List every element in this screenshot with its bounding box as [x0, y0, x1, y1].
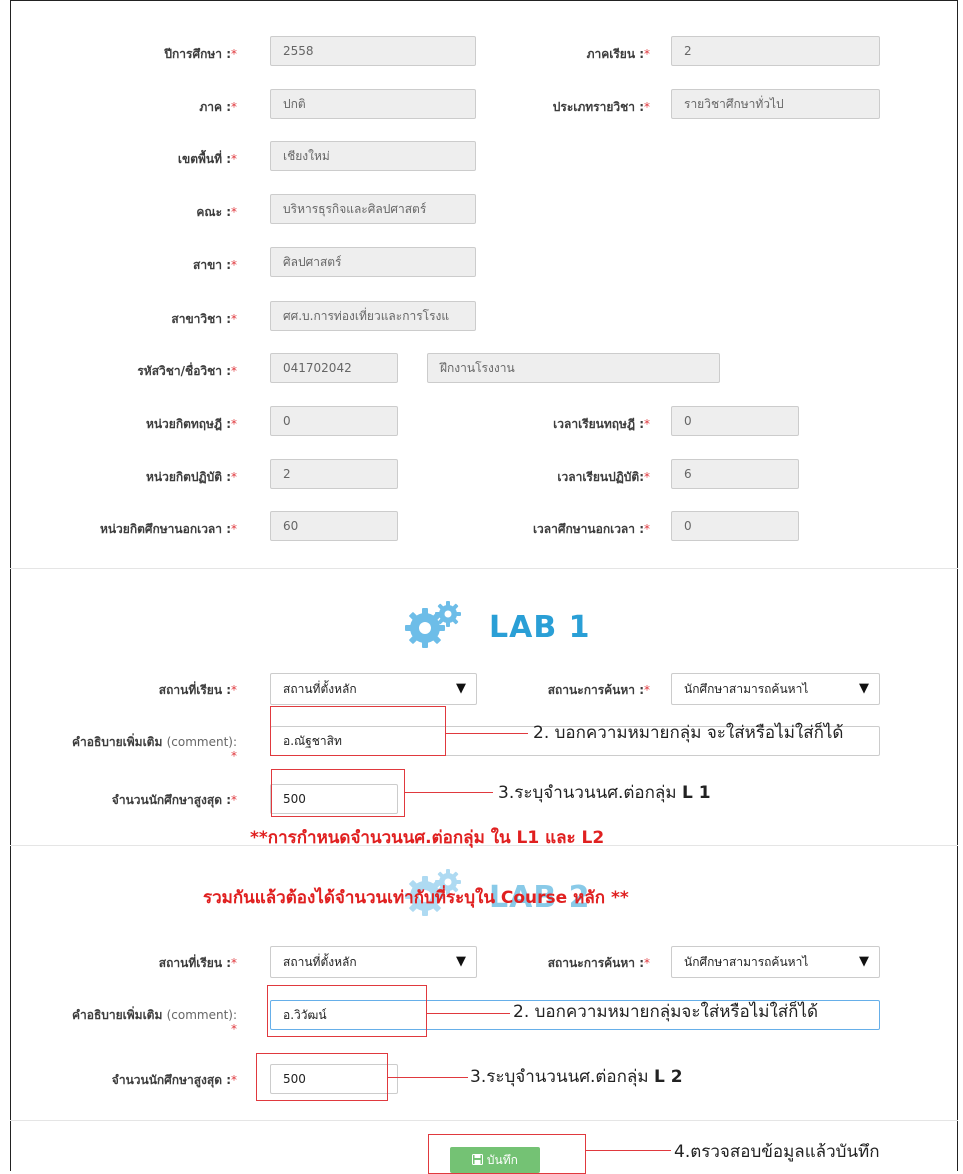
department-field[interactable]: ศิลปศาสตร์ — [270, 247, 476, 277]
annotation-total-note-line2: รวมกันแล้วต้องได้จำนวนเท่ากับที่ระบุใน C… — [203, 888, 629, 908]
course-code-field[interactable]: 041702042 — [270, 353, 398, 383]
annotation-line — [405, 792, 493, 793]
practice-hours-field[interactable]: 6 — [671, 459, 799, 489]
divider — [10, 568, 958, 569]
semester-field[interactable]: 2 — [671, 36, 880, 66]
annotation-lab2-max: 3.ระบุจำนวนนศ.ต่อกลุ่ม L 2 — [470, 1067, 683, 1087]
chevron-down-icon: ▼ — [859, 681, 869, 696]
lab2-search-select[interactable]: นักศึกษาสามารถค้นหาไ ▼ — [671, 946, 880, 978]
theory-hours-label: เวลาเรียนทฤษฎี :* — [553, 417, 650, 431]
chevron-down-icon: ▼ — [859, 954, 869, 969]
practice-credits-label: หน่วยกิตปฏิบัติ :* — [145, 470, 237, 484]
term-type-field[interactable]: ปกติ — [270, 89, 476, 119]
annotation-line — [388, 1077, 468, 1078]
annotation-lab1-max: 3.ระบุจำนวนนศ.ต่อกลุ่ม L 1 — [498, 783, 711, 803]
year-label: ปีการศึกษา :* — [164, 47, 237, 61]
annotation-box — [270, 706, 446, 756]
annotation-box — [256, 1053, 388, 1101]
term-type-label: ภาค :* — [199, 100, 237, 114]
self-study-credits-label: หน่วยกิตศึกษานอกเวลา :* — [99, 522, 237, 536]
lab2-location-select[interactable]: สถานที่ตั้งหลัก ▼ — [270, 946, 477, 978]
annotation-box — [271, 769, 405, 817]
chevron-down-icon: ▼ — [456, 681, 466, 696]
lab1-comment-label: คำอธิบายเพิ่มเติม (comment): * — [71, 735, 237, 763]
lab1-search-select[interactable]: นักศึกษาสามารถค้นหาไ ▼ — [671, 673, 880, 705]
page-frame — [10, 0, 958, 1171]
department-label: สาขา :* — [193, 258, 237, 272]
lab2-search-label: สถานะการค้นหา :* — [547, 956, 650, 970]
theory-credits-field[interactable]: 0 — [270, 406, 398, 436]
course-type-label: ประเภทรายวิชา :* — [552, 100, 650, 114]
self-study-hours-label: เวลาศึกษานอกเวลา :* — [532, 522, 650, 536]
annotation-save: 4.ตรวจสอบข้อมูลแล้วบันทึก — [674, 1142, 880, 1162]
lab2-comment-label: คำอธิบายเพิ่มเติม (comment): * — [71, 1008, 237, 1036]
program-field[interactable]: ศศ.บ.การท่องเที่ยวและการโรงแ — [270, 301, 476, 331]
year-field[interactable]: 2558 — [270, 36, 476, 66]
annotation-line — [586, 1150, 671, 1151]
self-study-hours-field[interactable]: 0 — [671, 511, 799, 541]
campus-label: เขตพื้นที่ :* — [177, 152, 237, 166]
lab1-search-label: สถานะการค้นหา :* — [547, 683, 650, 697]
course-type-field[interactable]: รายวิชาศึกษาทั่วไป — [671, 89, 880, 119]
lab1-location-select[interactable]: สถานที่ตั้งหลัก ▼ — [270, 673, 477, 705]
annotation-line — [446, 733, 528, 734]
annotation-total-note-line1: **การกำหนดจำนวนนศ.ต่อกลุ่ม ใน L1 และ L2 — [250, 828, 605, 848]
annotation-box — [267, 985, 427, 1037]
lab2-max-label: จำนวนนักศึกษาสูงสุด :* — [111, 1073, 237, 1087]
campus-field[interactable]: เชียงใหม่ — [270, 141, 476, 171]
faculty-field[interactable]: บริหารธุรกิจและศิลปศาสตร์ — [270, 194, 476, 224]
practice-credits-field[interactable]: 2 — [270, 459, 398, 489]
lab1-location-label: สถานที่เรียน :* — [158, 683, 237, 697]
lab2-location-label: สถานที่เรียน :* — [158, 956, 237, 970]
chevron-down-icon: ▼ — [456, 954, 466, 969]
annotation-lab1-comment: 2. บอกความหมายกลุ่ม จะใส่หรือไม่ใส่ก็ได้ — [533, 723, 844, 743]
divider — [10, 1120, 958, 1121]
theory-credits-label: หน่วยกิตทฤษฎี :* — [145, 417, 237, 431]
annotation-lab2-comment: 2. บอกความหมายกลุ่มจะใส่หรือไม่ใส่ก็ได้ — [513, 1002, 819, 1022]
faculty-label: คณะ :* — [196, 205, 237, 219]
program-label: สาขาวิชา :* — [171, 312, 237, 326]
gears-icon — [405, 601, 461, 648]
lab1-title: LAB 1 — [489, 610, 591, 645]
self-study-credits-field[interactable]: 60 — [270, 511, 398, 541]
theory-hours-field[interactable]: 0 — [671, 406, 799, 436]
course-name-field[interactable]: ฝึกงานโรงงาน — [427, 353, 720, 383]
lab1-max-label: จำนวนนักศึกษาสูงสุด :* — [111, 793, 237, 807]
annotation-box — [428, 1134, 586, 1174]
annotation-line — [427, 1013, 510, 1014]
practice-hours-label: เวลาเรียนปฏิบัติ:* — [557, 470, 650, 484]
course-label: รหัสวิชา/ชื่อวิชา :* — [137, 364, 237, 378]
semester-label: ภาคเรียน :* — [586, 47, 650, 61]
